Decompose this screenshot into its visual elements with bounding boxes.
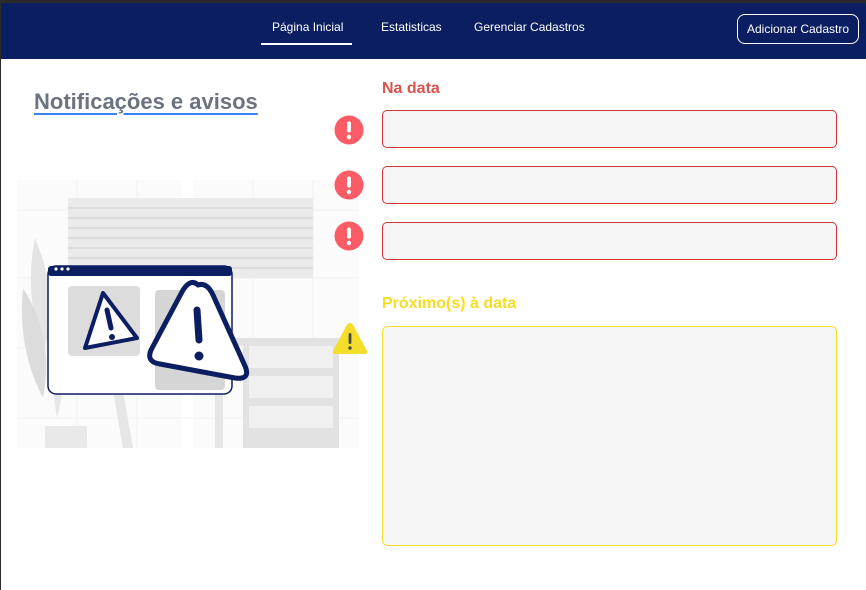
nav-link-statistics[interactable]: Estatisticas [381, 20, 442, 34]
top-navbar: Página Inicial Estatisticas Gerenciar Ca… [1, 3, 866, 59]
exclamation-circle-icon [334, 221, 364, 251]
nav-active-indicator [261, 43, 352, 45]
on-date-heading: Na data [382, 80, 440, 97]
warning-illustration [17, 180, 359, 448]
app-frame: Página Inicial Estatisticas Gerenciar Ca… [1, 3, 866, 590]
near-date-textarea[interactable] [382, 326, 837, 546]
exclamation-circle-icon [334, 115, 364, 145]
nav-link-home[interactable]: Página Inicial [272, 20, 343, 34]
near-date-heading: Próximo(s) à data [382, 295, 517, 312]
on-date-field-1[interactable] [382, 110, 837, 148]
add-record-button[interactable]: Adicionar Cadastro [737, 14, 859, 44]
warning-triangle-icon [332, 323, 368, 354]
exclamation-circle-icon [334, 170, 364, 200]
on-date-field-3[interactable] [382, 222, 837, 260]
page-title: Notificações e avisos [34, 89, 258, 114]
nav-link-manage-records[interactable]: Gerenciar Cadastros [474, 20, 585, 34]
on-date-field-2[interactable] [382, 166, 837, 204]
